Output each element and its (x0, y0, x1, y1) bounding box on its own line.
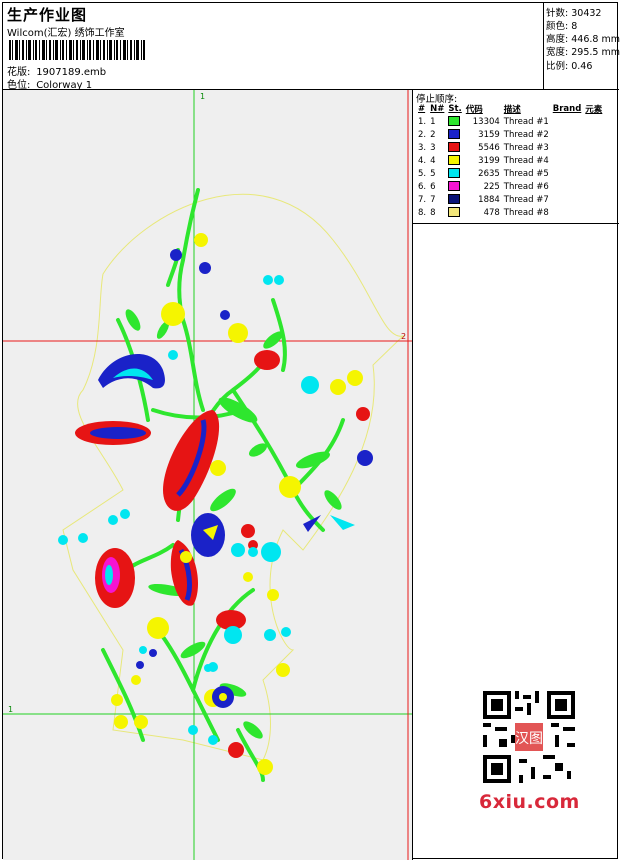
qr-watermark: 汉图 6xiu.com (471, 683, 587, 817)
stop-sequence-table: # N# St. 代码 描述 Brand 元素 1. 1 13304 Thread #… (416, 103, 604, 219)
row-stitches: 3199 (478, 155, 500, 166)
row-needle: 8 (430, 207, 436, 218)
row-color (446, 206, 463, 219)
stat-width: 宽度: 295.5 mm (546, 47, 620, 58)
stop-sequence-row: 7. 7 1884 Thread #7 (416, 193, 604, 206)
stop-sequence-row: 8. 8 478 Thread #8 (416, 206, 604, 219)
row-stitches: 2635 (478, 168, 500, 179)
col-needle: N# (430, 104, 445, 114)
stat-height: 高度: 446.8 mm (546, 34, 620, 45)
row-needle: 1 (430, 116, 436, 127)
row-needle: 6 (430, 181, 436, 192)
row-stitches: 13304 (472, 116, 500, 127)
design-stats: 针数: 30432 颜色: 8 高度: 446.8 mm 宽度: 295.5 m… (544, 3, 620, 90)
row-description: Thread #6 (503, 181, 549, 192)
row-index: 3. (418, 142, 427, 153)
row-index: 2. (418, 129, 427, 140)
qr-badge-text: 汉图 (515, 731, 543, 747)
row-description: Thread #4 (503, 155, 549, 166)
embroidery-preview: 1 2 1 (3, 90, 412, 860)
row-description: Thread #3 (503, 142, 549, 153)
col-description: 描述 (503, 105, 521, 115)
row-description: Thread #7 (503, 194, 549, 205)
color-swatch (448, 168, 461, 179)
colorway-label: 色位: (7, 80, 31, 91)
col-code: 代码 (465, 105, 483, 115)
embroidery-bloom-center (219, 693, 227, 701)
studio-name: Wilcom(汇宏) 绣饰工作室 (7, 28, 125, 39)
row-stitches: 3159 (478, 129, 500, 140)
row-color (446, 167, 463, 180)
color-swatch (448, 116, 461, 127)
qr-code: 汉图 (479, 687, 579, 787)
barcode (9, 40, 145, 60)
color-swatch (448, 207, 461, 218)
guide-label-left: 1 (8, 705, 13, 714)
col-brand: Brand (552, 104, 582, 114)
row-color (446, 115, 463, 128)
guide-label-right: 2 (401, 332, 406, 341)
stop-sequence-row: 5. 5 2635 Thread #5 (416, 167, 604, 180)
row-color (446, 128, 463, 141)
stat-stitches: 针数: 30432 (546, 8, 602, 19)
row-color (446, 141, 463, 154)
stop-sequence-row: 6. 6 225 Thread #6 (416, 180, 604, 193)
row-color (446, 180, 463, 193)
row-color (446, 193, 463, 206)
row-index: 8. (418, 207, 427, 218)
row-description: Thread #1 (503, 116, 549, 127)
row-index: 4. (418, 155, 427, 166)
site-logo: 6xiu.com (479, 791, 580, 813)
row-index: 5. (418, 168, 427, 179)
row-index: 1. (418, 116, 427, 127)
embroidery-cyan-blooms (58, 275, 355, 745)
row-stitches: 478 (483, 207, 500, 218)
stop-sequence-panel: 停止顺序: # N# St. 代码 描述 Brand 元素 1. 1 13304 Th… (413, 90, 619, 224)
row-stitches: 1884 (478, 194, 500, 205)
stop-sequence-row: 3. 3 5546 Thread #3 (416, 141, 604, 154)
row-needle: 3 (430, 142, 436, 153)
stop-sequence-row: 1. 1 13304 Thread #1 (416, 115, 604, 128)
design-canvas[interactable]: 1 2 1 (3, 90, 413, 860)
row-stitches: 225 (483, 181, 500, 192)
sheet-title: 生产作业图 (7, 6, 88, 24)
stop-sequence-row: 4. 4 3199 Thread #4 (416, 154, 604, 167)
row-needle: 4 (430, 155, 436, 166)
stat-colors: 颜色: 8 (546, 21, 578, 32)
col-index: # (418, 104, 426, 114)
colorway-row: 色位: Colorway 1 (7, 76, 92, 91)
col-element: 元素 (585, 105, 603, 115)
stop-sequence-header-row: # N# St. 代码 描述 Brand 元素 (416, 103, 604, 115)
row-needle: 2 (430, 129, 436, 140)
row-color (446, 154, 463, 167)
sheet-header: 生产作业图 Wilcom(汇宏) 绣饰工作室 花版: 1907189.emb 色… (3, 3, 544, 91)
embroidery-motif-paisley-left (75, 421, 151, 445)
color-swatch (448, 155, 461, 166)
embroidery-motif-red-flower (95, 548, 135, 608)
row-needle: 7 (430, 194, 436, 205)
stop-sequence-row: 2. 2 3159 Thread #2 (416, 128, 604, 141)
row-index: 6. (418, 181, 427, 192)
guide-label-top: 1 (200, 92, 205, 101)
row-description: Thread #5 (503, 168, 549, 179)
embroidery-motif-paisley-center (163, 410, 220, 511)
row-index: 7. (418, 194, 427, 205)
embroidery-motif-blue-flower (98, 353, 165, 389)
row-description: Thread #8 (503, 207, 549, 218)
embroidery-motif-blue-bloom (191, 513, 225, 557)
color-swatch (448, 181, 461, 192)
color-swatch (448, 129, 461, 140)
stat-scale: 比例: 0.46 (546, 61, 593, 72)
row-needle: 5 (430, 168, 436, 179)
color-swatch (448, 194, 461, 205)
row-stitches: 5546 (478, 142, 500, 153)
col-stitches: St. (448, 104, 462, 114)
work-sheet: 生产作业图 Wilcom(汇宏) 绣饰工作室 花版: 1907189.emb 色… (2, 2, 620, 860)
row-description: Thread #2 (503, 129, 549, 140)
color-swatch (448, 142, 461, 153)
